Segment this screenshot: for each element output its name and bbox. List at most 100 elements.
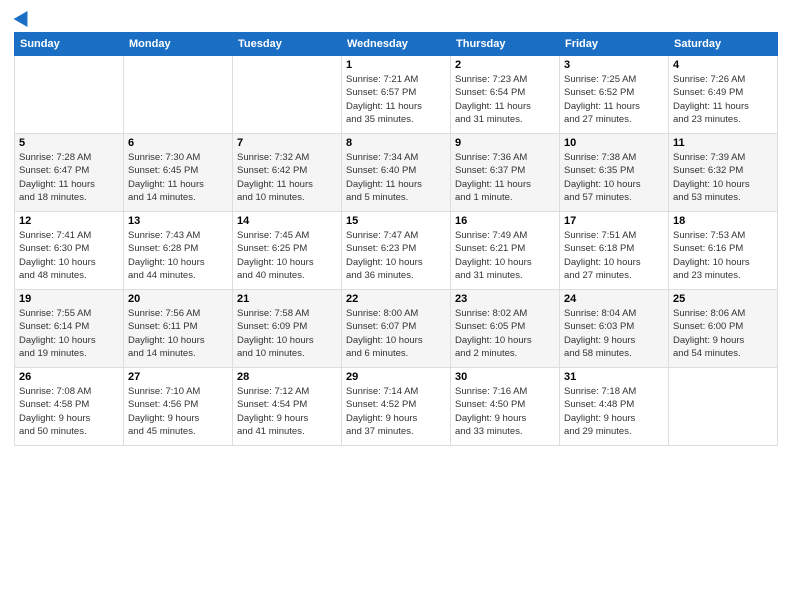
day-info: Sunrise: 7:23 AM Sunset: 6:54 PM Dayligh… [455,73,555,126]
table-row [124,56,233,134]
day-info: Sunrise: 7:53 AM Sunset: 6:16 PM Dayligh… [673,229,773,282]
col-thursday: Thursday [451,33,560,56]
sunset-label: Sunset: 6:57 PM [346,87,416,98]
sunset-label: Sunset: 6:05 PM [455,321,525,332]
day-number: 1 [346,59,446,71]
day-number: 15 [346,215,446,227]
sunrise-label: Sunrise: 8:04 AM [564,308,636,319]
daylight-cont: and 19 minutes. [19,348,87,359]
daylight-cont: and 2 minutes. [455,348,517,359]
day-number: 13 [128,215,228,227]
daylight-label: Daylight: 10 hours [19,257,96,268]
day-info: Sunrise: 7:08 AM Sunset: 4:58 PM Dayligh… [19,385,119,438]
sunset-label: Sunset: 6:23 PM [346,243,416,254]
week-row-2: 12 Sunrise: 7:41 AM Sunset: 6:30 PM Dayl… [15,212,778,290]
table-row: 18 Sunrise: 7:53 AM Sunset: 6:16 PM Dayl… [669,212,778,290]
table-row: 26 Sunrise: 7:08 AM Sunset: 4:58 PM Dayl… [15,368,124,446]
day-number: 30 [455,371,555,383]
sunrise-label: Sunrise: 7:51 AM [564,230,636,241]
day-info: Sunrise: 7:34 AM Sunset: 6:40 PM Dayligh… [346,151,446,204]
daylight-label: Daylight: 11 hours [455,179,531,190]
day-info: Sunrise: 7:47 AM Sunset: 6:23 PM Dayligh… [346,229,446,282]
day-number: 7 [237,137,337,149]
day-number: 28 [237,371,337,383]
calendar-header: Sunday Monday Tuesday Wednesday Thursday… [15,33,778,56]
sunrise-label: Sunrise: 7:43 AM [128,230,200,241]
sunrise-label: Sunrise: 7:14 AM [346,386,418,397]
sunrise-label: Sunrise: 7:25 AM [564,74,636,85]
page: Sunday Monday Tuesday Wednesday Thursday… [0,0,792,612]
sunset-label: Sunset: 6:30 PM [19,243,89,254]
day-number: 27 [128,371,228,383]
table-row: 23 Sunrise: 8:02 AM Sunset: 6:05 PM Dayl… [451,290,560,368]
table-row [15,56,124,134]
sunset-label: Sunset: 4:56 PM [128,399,198,410]
col-wednesday: Wednesday [342,33,451,56]
table-row: 30 Sunrise: 7:16 AM Sunset: 4:50 PM Dayl… [451,368,560,446]
sunrise-label: Sunrise: 7:39 AM [673,152,745,163]
table-row: 31 Sunrise: 7:18 AM Sunset: 4:48 PM Dayl… [560,368,669,446]
daylight-label: Daylight: 11 hours [455,101,531,112]
daylight-label: Daylight: 9 hours [564,413,635,424]
sunrise-label: Sunrise: 7:34 AM [346,152,418,163]
day-number: 6 [128,137,228,149]
daylight-label: Daylight: 10 hours [237,257,314,268]
table-row: 20 Sunrise: 7:56 AM Sunset: 6:11 PM Dayl… [124,290,233,368]
sunset-label: Sunset: 6:28 PM [128,243,198,254]
day-info: Sunrise: 7:58 AM Sunset: 6:09 PM Dayligh… [237,307,337,360]
daylight-label: Daylight: 11 hours [128,179,204,190]
table-row: 17 Sunrise: 7:51 AM Sunset: 6:18 PM Dayl… [560,212,669,290]
daylight-label: Daylight: 10 hours [673,257,750,268]
day-info: Sunrise: 7:16 AM Sunset: 4:50 PM Dayligh… [455,385,555,438]
week-row-4: 26 Sunrise: 7:08 AM Sunset: 4:58 PM Dayl… [15,368,778,446]
day-number: 5 [19,137,119,149]
week-row-0: 1 Sunrise: 7:21 AM Sunset: 6:57 PM Dayli… [15,56,778,134]
day-info: Sunrise: 7:38 AM Sunset: 6:35 PM Dayligh… [564,151,664,204]
sunrise-label: Sunrise: 7:53 AM [673,230,745,241]
sunset-label: Sunset: 6:07 PM [346,321,416,332]
day-number: 2 [455,59,555,71]
table-row: 8 Sunrise: 7:34 AM Sunset: 6:40 PM Dayli… [342,134,451,212]
table-row: 29 Sunrise: 7:14 AM Sunset: 4:52 PM Dayl… [342,368,451,446]
week-row-3: 19 Sunrise: 7:55 AM Sunset: 6:14 PM Dayl… [15,290,778,368]
sunrise-label: Sunrise: 7:12 AM [237,386,309,397]
day-info: Sunrise: 7:28 AM Sunset: 6:47 PM Dayligh… [19,151,119,204]
sunrise-label: Sunrise: 7:16 AM [455,386,527,397]
daylight-label: Daylight: 11 hours [673,101,749,112]
table-row: 27 Sunrise: 7:10 AM Sunset: 4:56 PM Dayl… [124,368,233,446]
col-friday: Friday [560,33,669,56]
daylight-cont: and 54 minutes. [673,348,741,359]
sunrise-label: Sunrise: 7:21 AM [346,74,418,85]
daylight-label: Daylight: 9 hours [455,413,526,424]
day-info: Sunrise: 7:26 AM Sunset: 6:49 PM Dayligh… [673,73,773,126]
sunset-label: Sunset: 6:11 PM [128,321,198,332]
day-info: Sunrise: 8:00 AM Sunset: 6:07 PM Dayligh… [346,307,446,360]
daylight-label: Daylight: 9 hours [346,413,417,424]
daylight-cont: and 48 minutes. [19,270,87,281]
sunset-label: Sunset: 4:54 PM [237,399,307,410]
daylight-label: Daylight: 11 hours [346,101,422,112]
sunset-label: Sunset: 6:37 PM [455,165,525,176]
sunrise-label: Sunrise: 7:18 AM [564,386,636,397]
logo [14,10,34,24]
table-row: 4 Sunrise: 7:26 AM Sunset: 6:49 PM Dayli… [669,56,778,134]
sunset-label: Sunset: 6:25 PM [237,243,307,254]
sunset-label: Sunset: 6:18 PM [564,243,634,254]
week-row-1: 5 Sunrise: 7:28 AM Sunset: 6:47 PM Dayli… [15,134,778,212]
daylight-cont: and 50 minutes. [19,426,87,437]
sunset-label: Sunset: 6:47 PM [19,165,89,176]
table-row [669,368,778,446]
sunset-label: Sunset: 6:21 PM [455,243,525,254]
day-number: 14 [237,215,337,227]
daylight-label: Daylight: 10 hours [346,257,423,268]
table-row: 2 Sunrise: 7:23 AM Sunset: 6:54 PM Dayli… [451,56,560,134]
sunrise-label: Sunrise: 7:08 AM [19,386,91,397]
daylight-cont: and 14 minutes. [128,192,196,203]
day-number: 20 [128,293,228,305]
sunrise-label: Sunrise: 7:36 AM [455,152,527,163]
logo-triangle-icon [14,7,35,27]
table-row: 19 Sunrise: 7:55 AM Sunset: 6:14 PM Dayl… [15,290,124,368]
daylight-cont: and 6 minutes. [346,348,408,359]
daylight-cont: and 53 minutes. [673,192,741,203]
daylight-cont: and 29 minutes. [564,426,632,437]
